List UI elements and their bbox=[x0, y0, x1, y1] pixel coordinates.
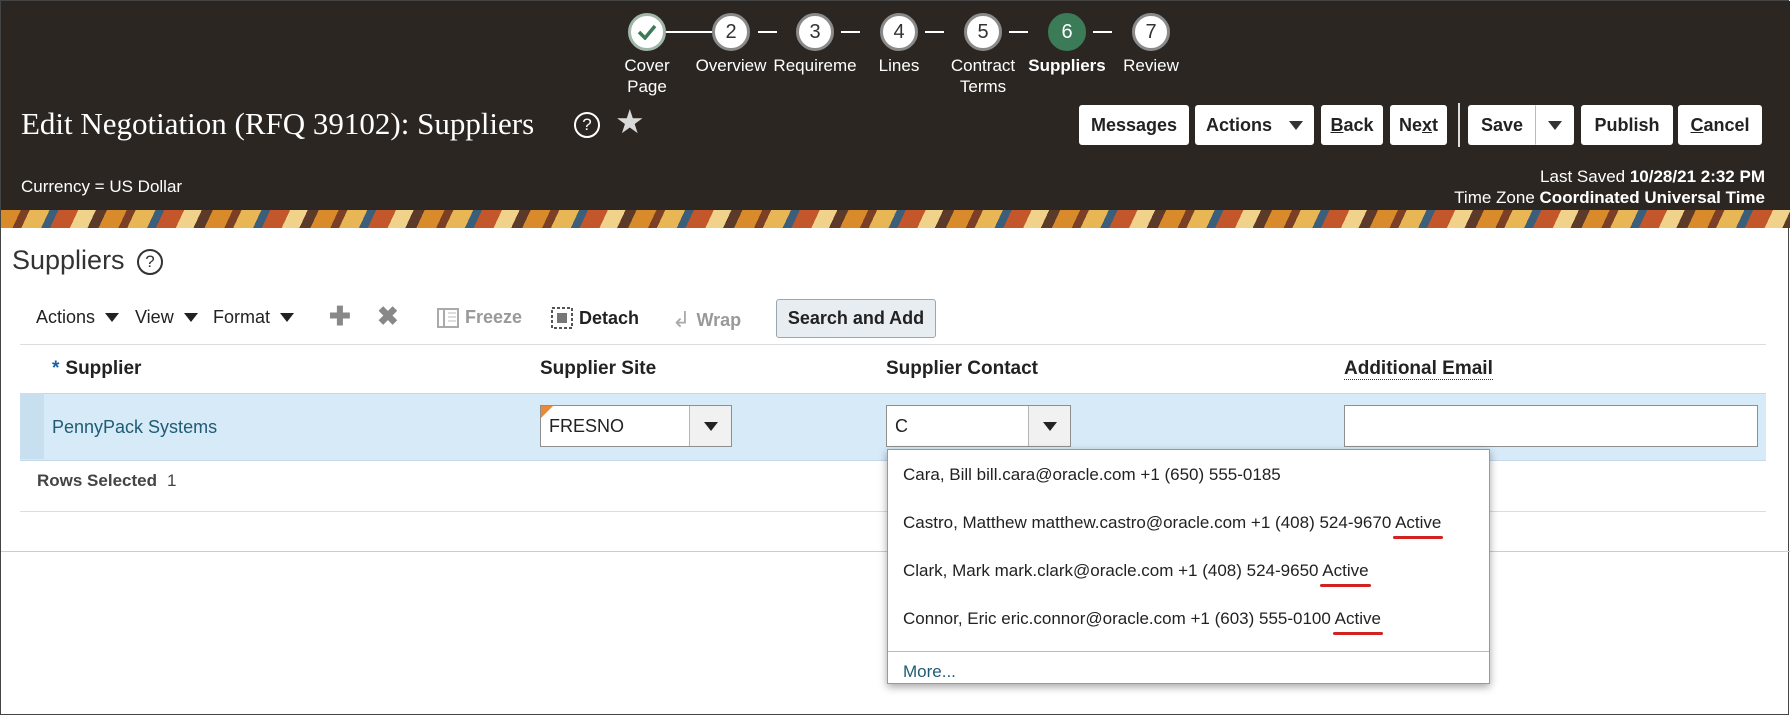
toolbar-actions-label: Actions bbox=[36, 307, 96, 327]
toolbar-format-label: Format bbox=[213, 307, 271, 327]
time-zone-label: Time Zone bbox=[1454, 188, 1535, 207]
column-header-label: Additional Email bbox=[1344, 358, 1493, 380]
table-divider bbox=[20, 344, 1766, 345]
last-saved-value: 10/28/21 2:32 PM bbox=[1629, 167, 1765, 186]
wrap-label: Wrap bbox=[696, 309, 742, 330]
toolbar-view-label: View bbox=[135, 307, 174, 327]
time-zone-value: Coordinated Universal Time bbox=[1539, 188, 1765, 207]
contact-dropdown-list: Cara, Bill bill.cara@oracle.com +1 (650)… bbox=[887, 449, 1490, 684]
contact-option-text: Connor, Eric eric.connor@oracle.com +1 (… bbox=[903, 609, 1331, 628]
additional-email-input[interactable] bbox=[1344, 405, 1758, 447]
chevron-down-icon bbox=[280, 313, 295, 322]
rows-selected-status: Rows Selected 1 bbox=[37, 471, 176, 491]
plus-icon[interactable]: ✚ bbox=[329, 301, 351, 332]
supplier-link[interactable]: PennyPack Systems bbox=[52, 417, 217, 438]
contact-option-text: Cara, Bill bill.cara@oracle.com +1 (650)… bbox=[903, 465, 1281, 484]
back-label: ack bbox=[1343, 114, 1374, 135]
wrap-button[interactable]: ↲ Wrap bbox=[672, 307, 741, 333]
row-selector[interactable] bbox=[20, 393, 44, 459]
toolbar-actions-menu[interactable]: Actions bbox=[36, 307, 120, 328]
delete-x-icon[interactable]: ✖ bbox=[377, 301, 399, 332]
contact-option[interactable]: Cara, Bill bill.cara@oracle.com +1 (650)… bbox=[903, 465, 1281, 485]
help-icon[interactable]: ? bbox=[574, 112, 600, 138]
page-title: Edit Negotiation (RFQ 39102): Suppliers bbox=[21, 106, 535, 141]
actions-menu-button[interactable]: Actions bbox=[1195, 105, 1314, 145]
publish-button[interactable]: Publish bbox=[1581, 105, 1673, 145]
column-header-supplier-site[interactable]: Supplier Site bbox=[540, 358, 656, 380]
contact-status: Active bbox=[1395, 513, 1442, 532]
dropdown-divider bbox=[888, 651, 1489, 652]
messages-button[interactable]: Messages bbox=[1079, 105, 1189, 145]
train-stop-label: Review bbox=[1123, 56, 1179, 75]
cancel-button[interactable]: Cancel bbox=[1678, 105, 1762, 145]
back-button[interactable]: Back bbox=[1321, 105, 1383, 145]
next-label-start: Ne bbox=[1398, 114, 1422, 135]
train-stop-number: 4 bbox=[880, 13, 918, 51]
contact-option[interactable]: Connor, Eric eric.connor@oracle.com +1 (… bbox=[903, 609, 1381, 629]
supplier-contact-value: C bbox=[895, 415, 908, 436]
cancel-label: ancel bbox=[1703, 114, 1750, 135]
cancel-mnemonic: C bbox=[1690, 114, 1704, 135]
wrap-icon: ↲ bbox=[672, 307, 691, 332]
more-link[interactable]: More... bbox=[903, 662, 956, 682]
train-stop-review[interactable]: 7 Review bbox=[1101, 13, 1201, 76]
save-button[interactable]: Save bbox=[1468, 105, 1536, 145]
rows-selected-label: Rows Selected bbox=[37, 471, 157, 490]
changed-indicator bbox=[541, 406, 553, 418]
freeze-icon bbox=[437, 307, 459, 328]
supplier-site-value: FRESNO bbox=[549, 415, 625, 436]
detach-icon bbox=[551, 307, 573, 329]
chevron-down-icon bbox=[1289, 120, 1303, 130]
supplier-contact-dropdown-button[interactable] bbox=[1028, 406, 1070, 446]
freeze-label: Freeze bbox=[465, 307, 523, 327]
section-title: Suppliers bbox=[12, 245, 125, 275]
train-stop-number: 6 bbox=[1048, 13, 1086, 51]
chevron-down-icon bbox=[1548, 120, 1562, 130]
supplier-site-select[interactable]: FRESNO bbox=[540, 405, 732, 447]
contact-option[interactable]: Clark, Mark mark.clark@oracle.com +1 (40… bbox=[903, 561, 1369, 581]
currency-label: Currency = US Dollar bbox=[21, 177, 183, 196]
freeze-button[interactable]: Freeze bbox=[437, 307, 522, 328]
train-stop-number: 2 bbox=[712, 13, 750, 51]
next-mnemonic: x bbox=[1422, 114, 1433, 135]
help-icon[interactable]: ? bbox=[137, 249, 163, 275]
star-icon[interactable]: ★ bbox=[615, 105, 645, 138]
toolbar-format-menu[interactable]: Format bbox=[213, 307, 295, 328]
page-header: Cover Page 2 Overview 3 Requireme 4 Lines… bbox=[1, 1, 1790, 210]
contact-status: Active bbox=[1334, 609, 1381, 628]
column-header-additional-email[interactable]: Additional Email bbox=[1344, 358, 1493, 380]
contact-option-text: Clark, Mark mark.clark@oracle.com +1 (40… bbox=[903, 561, 1319, 580]
next-button[interactable]: Ne x t bbox=[1390, 105, 1447, 145]
train-stop-number: 7 bbox=[1132, 13, 1170, 51]
rows-selected-count: 1 bbox=[167, 471, 177, 490]
train-stop-number: 3 bbox=[796, 13, 834, 51]
chevron-down-icon bbox=[703, 421, 718, 431]
checkmark-icon bbox=[628, 13, 666, 51]
contact-status: Active bbox=[1322, 561, 1369, 580]
column-header-label: Supplier bbox=[65, 358, 142, 379]
save-menu-button[interactable] bbox=[1536, 105, 1574, 145]
last-saved-info: Last Saved 10/28/21 2:32 PM Time Zone Co… bbox=[1454, 166, 1765, 208]
column-header-supplier[interactable]: * Supplier bbox=[52, 358, 141, 380]
supplier-site-dropdown-button[interactable] bbox=[689, 406, 731, 446]
train-stop-number: 5 bbox=[964, 13, 1002, 51]
column-header-supplier-contact[interactable]: Supplier Contact bbox=[886, 358, 1038, 380]
chevron-down-icon bbox=[1042, 421, 1057, 431]
supplier-contact-input[interactable]: C bbox=[886, 405, 1071, 447]
next-label-end: t bbox=[1432, 114, 1439, 135]
detach-button[interactable]: Detach bbox=[551, 307, 639, 329]
required-marker: * bbox=[52, 358, 60, 379]
last-saved-label: Last Saved bbox=[1540, 167, 1626, 186]
contact-option[interactable]: Castro, Matthew matthew.castro@oracle.co… bbox=[903, 513, 1441, 533]
contact-option-text: Castro, Matthew matthew.castro@oracle.co… bbox=[903, 513, 1392, 532]
chevron-down-icon bbox=[183, 313, 198, 322]
header-separator bbox=[1458, 103, 1460, 147]
actions-label: Actions bbox=[1206, 114, 1273, 135]
decorative-banner bbox=[1, 210, 1790, 228]
toolbar-view-menu[interactable]: View bbox=[135, 307, 198, 328]
back-mnemonic: B bbox=[1330, 114, 1344, 135]
search-and-add-button[interactable]: Search and Add bbox=[776, 299, 936, 338]
chevron-down-icon bbox=[105, 313, 120, 322]
detach-label: Detach bbox=[579, 307, 640, 328]
